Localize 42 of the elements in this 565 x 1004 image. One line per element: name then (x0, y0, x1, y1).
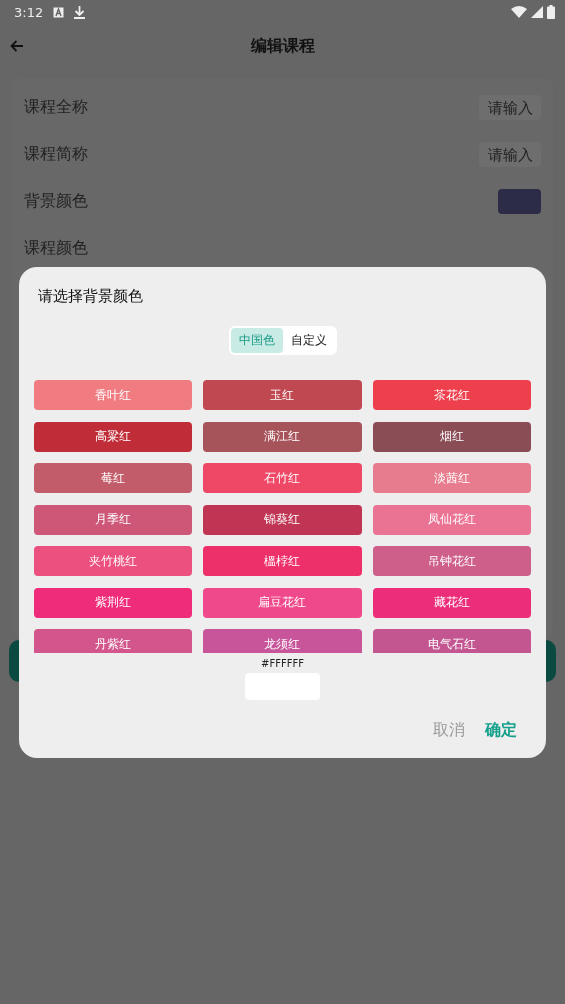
color-option[interactable]: 莓红 (34, 463, 193, 493)
color-option[interactable]: 紫荆红 (34, 587, 193, 618)
status-time: 3:12 (14, 4, 44, 20)
color-option[interactable]: 香叶红 (34, 380, 193, 410)
field-label: 背景颜色 (24, 191, 88, 212)
confirm-button[interactable]: 确定 (485, 720, 517, 741)
hex-value: #FFFFFF (261, 658, 304, 669)
color-option[interactable]: 凤仙花红 (372, 504, 531, 535)
color-option[interactable]: 烟红 (372, 421, 531, 452)
screen-title: 编辑课程 (250, 35, 315, 57)
back-arrow-icon (10, 40, 24, 52)
color-option[interactable]: 淡茜红 (372, 463, 531, 493)
input-field[interactable]: 请输入 (479, 95, 541, 120)
letter-a-icon (53, 6, 65, 18)
field-label: 课程简称 (24, 144, 88, 165)
color-option[interactable]: 高粱红 (34, 421, 193, 452)
cancel-button[interactable]: 取消 (433, 720, 465, 741)
color-option[interactable]: 扁豆花红 (203, 587, 362, 618)
battery-icon (547, 5, 555, 19)
color-option[interactable]: 吊钟花红 (372, 546, 531, 576)
color-option[interactable]: 茶花红 (372, 380, 531, 410)
color-option[interactable]: 龙须红 (203, 629, 362, 653)
back-button[interactable] (10, 40, 24, 52)
color-option[interactable]: 月季红 (34, 504, 193, 535)
palette-tab[interactable]: 中国色 (230, 328, 283, 353)
color-option[interactable]: 石竹红 (203, 463, 362, 493)
color-option[interactable]: 电气石红 (372, 629, 531, 653)
color-option[interactable]: 榲桲红 (203, 546, 362, 576)
field-label: 课程全称 (24, 97, 88, 118)
color-option[interactable]: 满江红 (203, 421, 362, 452)
signal-icon (531, 6, 543, 18)
input-field[interactable]: 请输入 (479, 142, 541, 167)
color-option[interactable]: 夹竹桃红 (34, 546, 193, 576)
download-icon (74, 5, 86, 19)
color-option[interactable]: 玉红 (203, 380, 362, 410)
color-option[interactable]: 藏花红 (372, 587, 531, 618)
dialog-title: 请选择背景颜色 (38, 287, 144, 306)
wifi-icon (511, 6, 527, 18)
field-label: 课程颜色 (24, 238, 88, 259)
color-option[interactable]: 丹紫红 (34, 629, 193, 653)
color-swatch[interactable] (498, 189, 541, 214)
color-option[interactable]: 锦葵红 (203, 504, 362, 535)
